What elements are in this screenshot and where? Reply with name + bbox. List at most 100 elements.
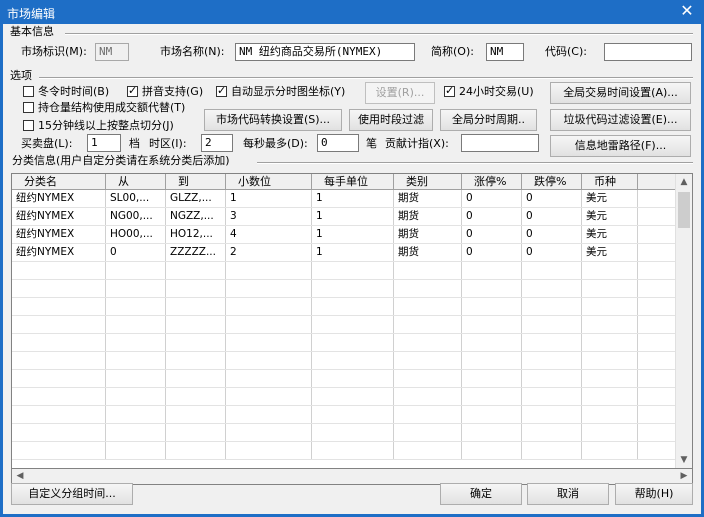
table-cell: 1 <box>312 226 394 243</box>
table-cell <box>462 442 522 459</box>
scroll-left-icon[interactable]: ◀ <box>12 469 28 484</box>
depth-field[interactable]: 1 <box>87 134 121 152</box>
info-path-button[interactable]: 信息地雷路径(F)... <box>550 135 691 157</box>
global-period-button[interactable]: 全局分时周期.. <box>440 109 537 131</box>
table-cell <box>394 262 462 279</box>
column-header[interactable]: 小数位 <box>226 174 312 189</box>
market-name-field[interactable]: NM 纽约商品交易所(NYMEX) <box>235 43 415 61</box>
scroll-thumb[interactable] <box>678 192 690 228</box>
min15-label: 15分钟线以上按整点切分(J) <box>38 119 174 132</box>
short-name-label: 简称(O): <box>431 45 474 58</box>
table-row[interactable] <box>12 442 676 460</box>
table-header: 分类名从到小数位 每手单位 类别 涨停% 跌停% 币种 <box>12 174 676 190</box>
table-cell <box>582 334 638 351</box>
table-cell <box>226 280 312 297</box>
per-second-label: 每秒最多(D): <box>243 137 308 150</box>
column-header[interactable]: 分类名 <box>12 174 106 189</box>
table-cell: 1 <box>312 190 394 207</box>
table-cell <box>522 424 582 441</box>
table-row[interactable] <box>12 424 676 442</box>
table-cell: 期货 <box>394 244 462 261</box>
table-cell: 1 <box>312 244 394 261</box>
pinyin-checkbox[interactable]: 拼音支持(G) <box>127 84 204 99</box>
column-header[interactable]: 币种 <box>582 174 638 189</box>
scroll-up-icon[interactable]: ▲ <box>676 174 692 190</box>
checkbox-box <box>23 102 34 113</box>
settings-button[interactable]: 设置(R)... <box>365 82 435 104</box>
ok-button[interactable]: 确定 <box>440 483 522 505</box>
contrib-field[interactable] <box>461 134 539 152</box>
table-row[interactable] <box>12 280 676 298</box>
global-trade-time-button[interactable]: 全局交易时间设置(A)... <box>550 82 691 104</box>
trade24-checkbox[interactable]: 24小时交易(U) <box>444 84 534 99</box>
table-cell <box>166 442 226 459</box>
contrib-label: 贡献计指(X): <box>385 137 449 150</box>
time-filter-button[interactable]: 使用时段过滤 <box>349 109 433 131</box>
table-cell <box>462 352 522 369</box>
table-row[interactable]: 纽约NYMEX 0 ZZZZZ... 2 1 期货 0 0 美元 <box>12 244 676 262</box>
junk-filter-button[interactable]: 垃圾代码过滤设置(E)... <box>550 109 691 131</box>
table-cell <box>166 370 226 387</box>
cancel-button[interactable]: 取消 <box>527 483 609 505</box>
table-cell <box>582 442 638 459</box>
position-struct-label: 持仓量结构使用成交额代替(T) <box>38 101 186 114</box>
winter-time-checkbox[interactable]: 冬令时时间(B) <box>23 85 109 99</box>
table-row[interactable]: 纽约NYMEX NG00,... NGZZ,... 3 1 期货 0 0 美元 <box>12 208 676 226</box>
table-row[interactable]: 纽约NYMEX HO00,... HO12,... 4 1 期货 0 0 美元 <box>12 226 676 244</box>
table-cell <box>226 262 312 279</box>
pinyin-label: 拼音支持(G) <box>142 85 204 98</box>
winter-time-label: 冬令时时间(B) <box>38 85 110 98</box>
table-cell <box>462 388 522 405</box>
close-icon[interactable]: ✕ <box>678 2 696 20</box>
scroll-right-icon[interactable]: ▶ <box>676 469 692 484</box>
column-header[interactable]: 到 <box>166 174 226 189</box>
table-cell <box>582 388 638 405</box>
table-cell: 纽约NYMEX <box>12 190 106 207</box>
checkbox-box <box>444 84 455 98</box>
min15-checkbox[interactable]: 15分钟线以上按整点切分(J) <box>23 119 174 133</box>
short-name-field[interactable]: NM <box>486 43 524 61</box>
column-header[interactable]: 每手单位 <box>312 174 394 189</box>
checkbox-box <box>23 120 34 131</box>
code-label: 代码(C): <box>545 45 587 58</box>
table-cell: GLZZ,... <box>166 190 226 207</box>
column-header[interactable]: 从 <box>106 174 166 189</box>
table-row[interactable] <box>12 406 676 424</box>
auto-coord-checkbox[interactable]: 自动显示分时图坐标(Y) <box>216 84 345 99</box>
table-row[interactable] <box>12 262 676 280</box>
table-cell <box>312 280 394 297</box>
category-table[interactable]: 分类名从到小数位 每手单位 类别 涨停% 跌停% 币种 纽约NYMEX SL00,... GL… <box>11 173 693 469</box>
column-header[interactable]: 跌停% <box>522 174 582 189</box>
column-header[interactable]: 涨停% <box>462 174 522 189</box>
table-cell <box>12 334 106 351</box>
help-button[interactable]: 帮助(H) <box>615 483 693 505</box>
scroll-down-icon[interactable]: ▼ <box>676 452 692 468</box>
market-id-field[interactable]: NM <box>95 43 129 61</box>
table-cell: 0 <box>462 190 522 207</box>
table-cell <box>582 280 638 297</box>
table-cell <box>166 262 226 279</box>
table-cell <box>312 316 394 333</box>
table-row[interactable] <box>12 352 676 370</box>
vertical-scrollbar[interactable]: ▲ ▼ <box>675 174 692 468</box>
table-row[interactable]: 纽约NYMEX SL00,... GLZZ,... 1 1 期货 0 0 美元 <box>12 190 676 208</box>
table-row[interactable] <box>12 370 676 388</box>
table-cell: ZZZZZ... <box>166 244 226 261</box>
code-convert-button[interactable]: 市场代码转换设置(S)... <box>204 109 342 131</box>
table-cell <box>12 280 106 297</box>
table-cell <box>394 352 462 369</box>
table-row[interactable] <box>12 388 676 406</box>
per-second-field[interactable]: 0 <box>317 134 359 152</box>
table-row[interactable] <box>12 298 676 316</box>
position-struct-checkbox[interactable]: 持仓量结构使用成交额代替(T) <box>23 101 185 115</box>
custom-group-time-button[interactable]: 自定义分组时间... <box>11 483 133 505</box>
table-row[interactable] <box>12 316 676 334</box>
basic-info-section-label: 基本信息 <box>10 25 54 38</box>
table-cell <box>462 334 522 351</box>
code-field[interactable] <box>604 43 692 61</box>
table-row[interactable] <box>12 334 676 352</box>
table-cell: HO00,... <box>106 226 166 243</box>
column-header[interactable]: 类别 <box>394 174 462 189</box>
timezone-field[interactable]: 2 <box>201 134 233 152</box>
table-cell <box>582 262 638 279</box>
